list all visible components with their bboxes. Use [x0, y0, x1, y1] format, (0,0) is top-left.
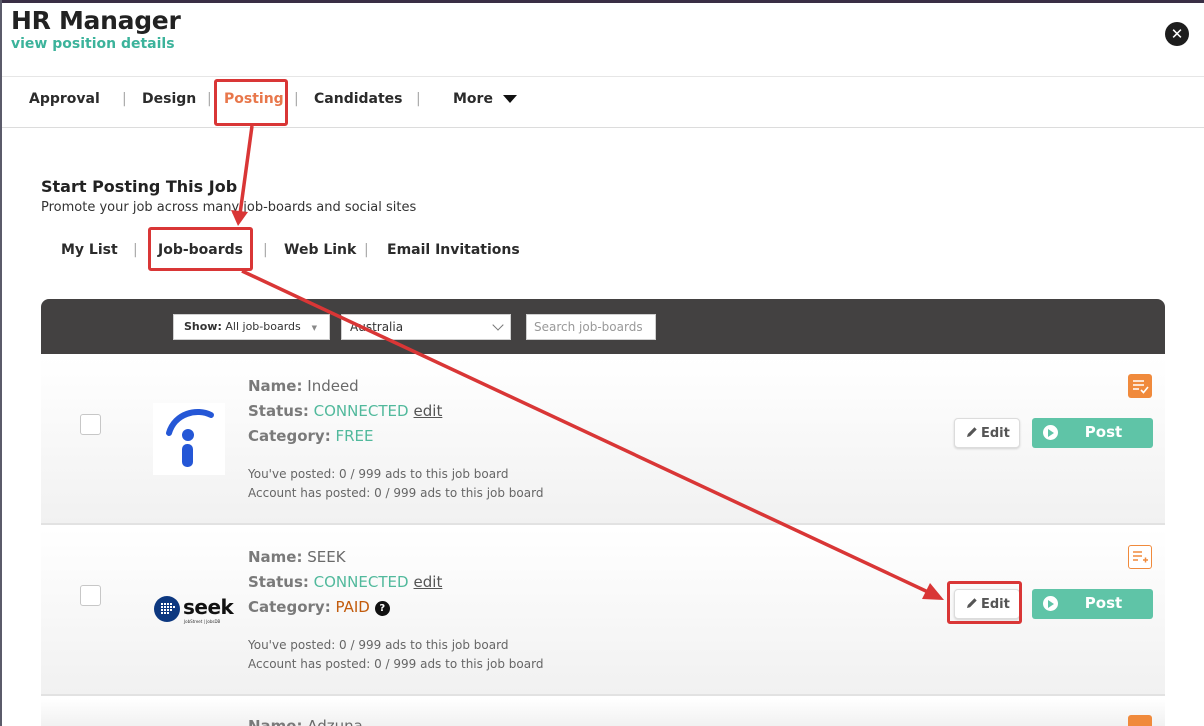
list-check-icon[interactable] [1128, 715, 1152, 726]
board-status-field: Status: CONNECTED edit [248, 402, 443, 420]
board-category: PAID [335, 598, 370, 616]
nav-separator: | [207, 91, 212, 107]
board-select-checkbox[interactable] [80, 414, 101, 435]
seek-logo-subtext: JobStreet | JobsDB [184, 619, 221, 624]
window-top-strip [0, 0, 1204, 3]
nav-more-menu[interactable]: More [453, 91, 517, 107]
pencil-icon [967, 427, 977, 437]
search-job-boards-input[interactable] [526, 314, 656, 340]
country-value: Australia [350, 320, 404, 334]
view-position-details-link[interactable]: view position details [11, 36, 175, 52]
show-filter-value: All job-boards [225, 320, 301, 333]
nav-separator: | [416, 91, 421, 107]
subtab-email-invitations[interactable]: Email Invitations [387, 242, 520, 258]
nav-tab-design[interactable]: Design [142, 91, 196, 107]
indeed-logo [153, 403, 225, 475]
show-filter-select[interactable]: Show: All job-boards ▼ [173, 314, 330, 340]
board-edit-button[interactable]: Edit [954, 418, 1020, 448]
board-name-field: Name: Adzuna [248, 717, 363, 726]
subtab-my-list[interactable]: My List [61, 242, 118, 258]
subtab-separator: | [133, 242, 138, 258]
job-board-card: Name: Indeed Status: CONNECTED edit Categ… [41, 357, 1165, 525]
status-edit-link[interactable]: edit [414, 402, 443, 420]
board-name-field: Name: SEEK [248, 548, 346, 566]
board-name: SEEK [307, 548, 346, 566]
posted-account-stat: Account has posted: 0 / 999 ads to this … [248, 486, 544, 500]
board-name: Indeed [307, 377, 359, 395]
chevron-down-icon [492, 319, 504, 331]
nav-tab-approval[interactable]: Approval [29, 91, 100, 107]
posted-self-stat: You've posted: 0 / 999 ads to this job b… [248, 467, 509, 481]
subtab-web-link[interactable]: Web Link [284, 242, 356, 258]
board-category-field: Category: PAID? [248, 598, 390, 616]
board-status-field: Status: CONNECTED edit [248, 573, 443, 591]
job-board-card: Name: Adzuna [41, 699, 1165, 726]
app-title: HR Manager [11, 6, 181, 35]
board-status: CONNECTED [313, 402, 409, 420]
show-filter-label: Show: [184, 320, 222, 333]
board-name: Adzuna [307, 717, 363, 726]
highlight-seek-edit-button [947, 581, 1022, 624]
close-button[interactable]: ✕ [1165, 22, 1189, 46]
seek-logo-text: seek [183, 595, 234, 619]
nav-separator: | [294, 91, 299, 107]
main-nav: Approval | Design | Posting | Candidates… [2, 76, 1204, 128]
board-post-button[interactable]: Post [1032, 418, 1153, 448]
status-edit-link[interactable]: edit [414, 573, 443, 591]
board-post-button[interactable]: Post [1032, 589, 1153, 619]
nav-more-label: More [453, 91, 493, 107]
seek-logo: seek JobStreet | JobsDB [153, 573, 234, 645]
list-check-icon[interactable] [1128, 374, 1152, 398]
country-select[interactable]: Australia [341, 314, 511, 340]
board-status: CONNECTED [313, 573, 409, 591]
dropdown-arrow-icon: ▼ [311, 324, 317, 332]
list-add-icon[interactable] [1128, 545, 1152, 569]
posting-subtitle: Promote your job across many job-boards … [41, 200, 417, 215]
subtab-separator: | [364, 242, 369, 258]
posted-account-stat: Account has posted: 0 / 999 ads to this … [248, 657, 544, 671]
board-category: FREE [335, 427, 374, 445]
nav-separator: | [122, 91, 127, 107]
board-category-field: Category: FREE [248, 427, 374, 445]
board-name-field: Name: Indeed [248, 377, 359, 395]
board-select-checkbox[interactable] [80, 585, 101, 606]
caret-down-icon [502, 95, 517, 103]
posting-title: Start Posting This Job [41, 177, 238, 196]
nav-tab-candidates[interactable]: Candidates [314, 91, 403, 107]
posted-self-stat: You've posted: 0 / 999 ads to this job b… [248, 638, 509, 652]
subtab-separator: | [263, 242, 268, 258]
highlight-job-boards-tab [148, 227, 253, 271]
help-icon[interactable]: ? [374, 601, 390, 616]
highlight-posting-tab [214, 79, 288, 126]
